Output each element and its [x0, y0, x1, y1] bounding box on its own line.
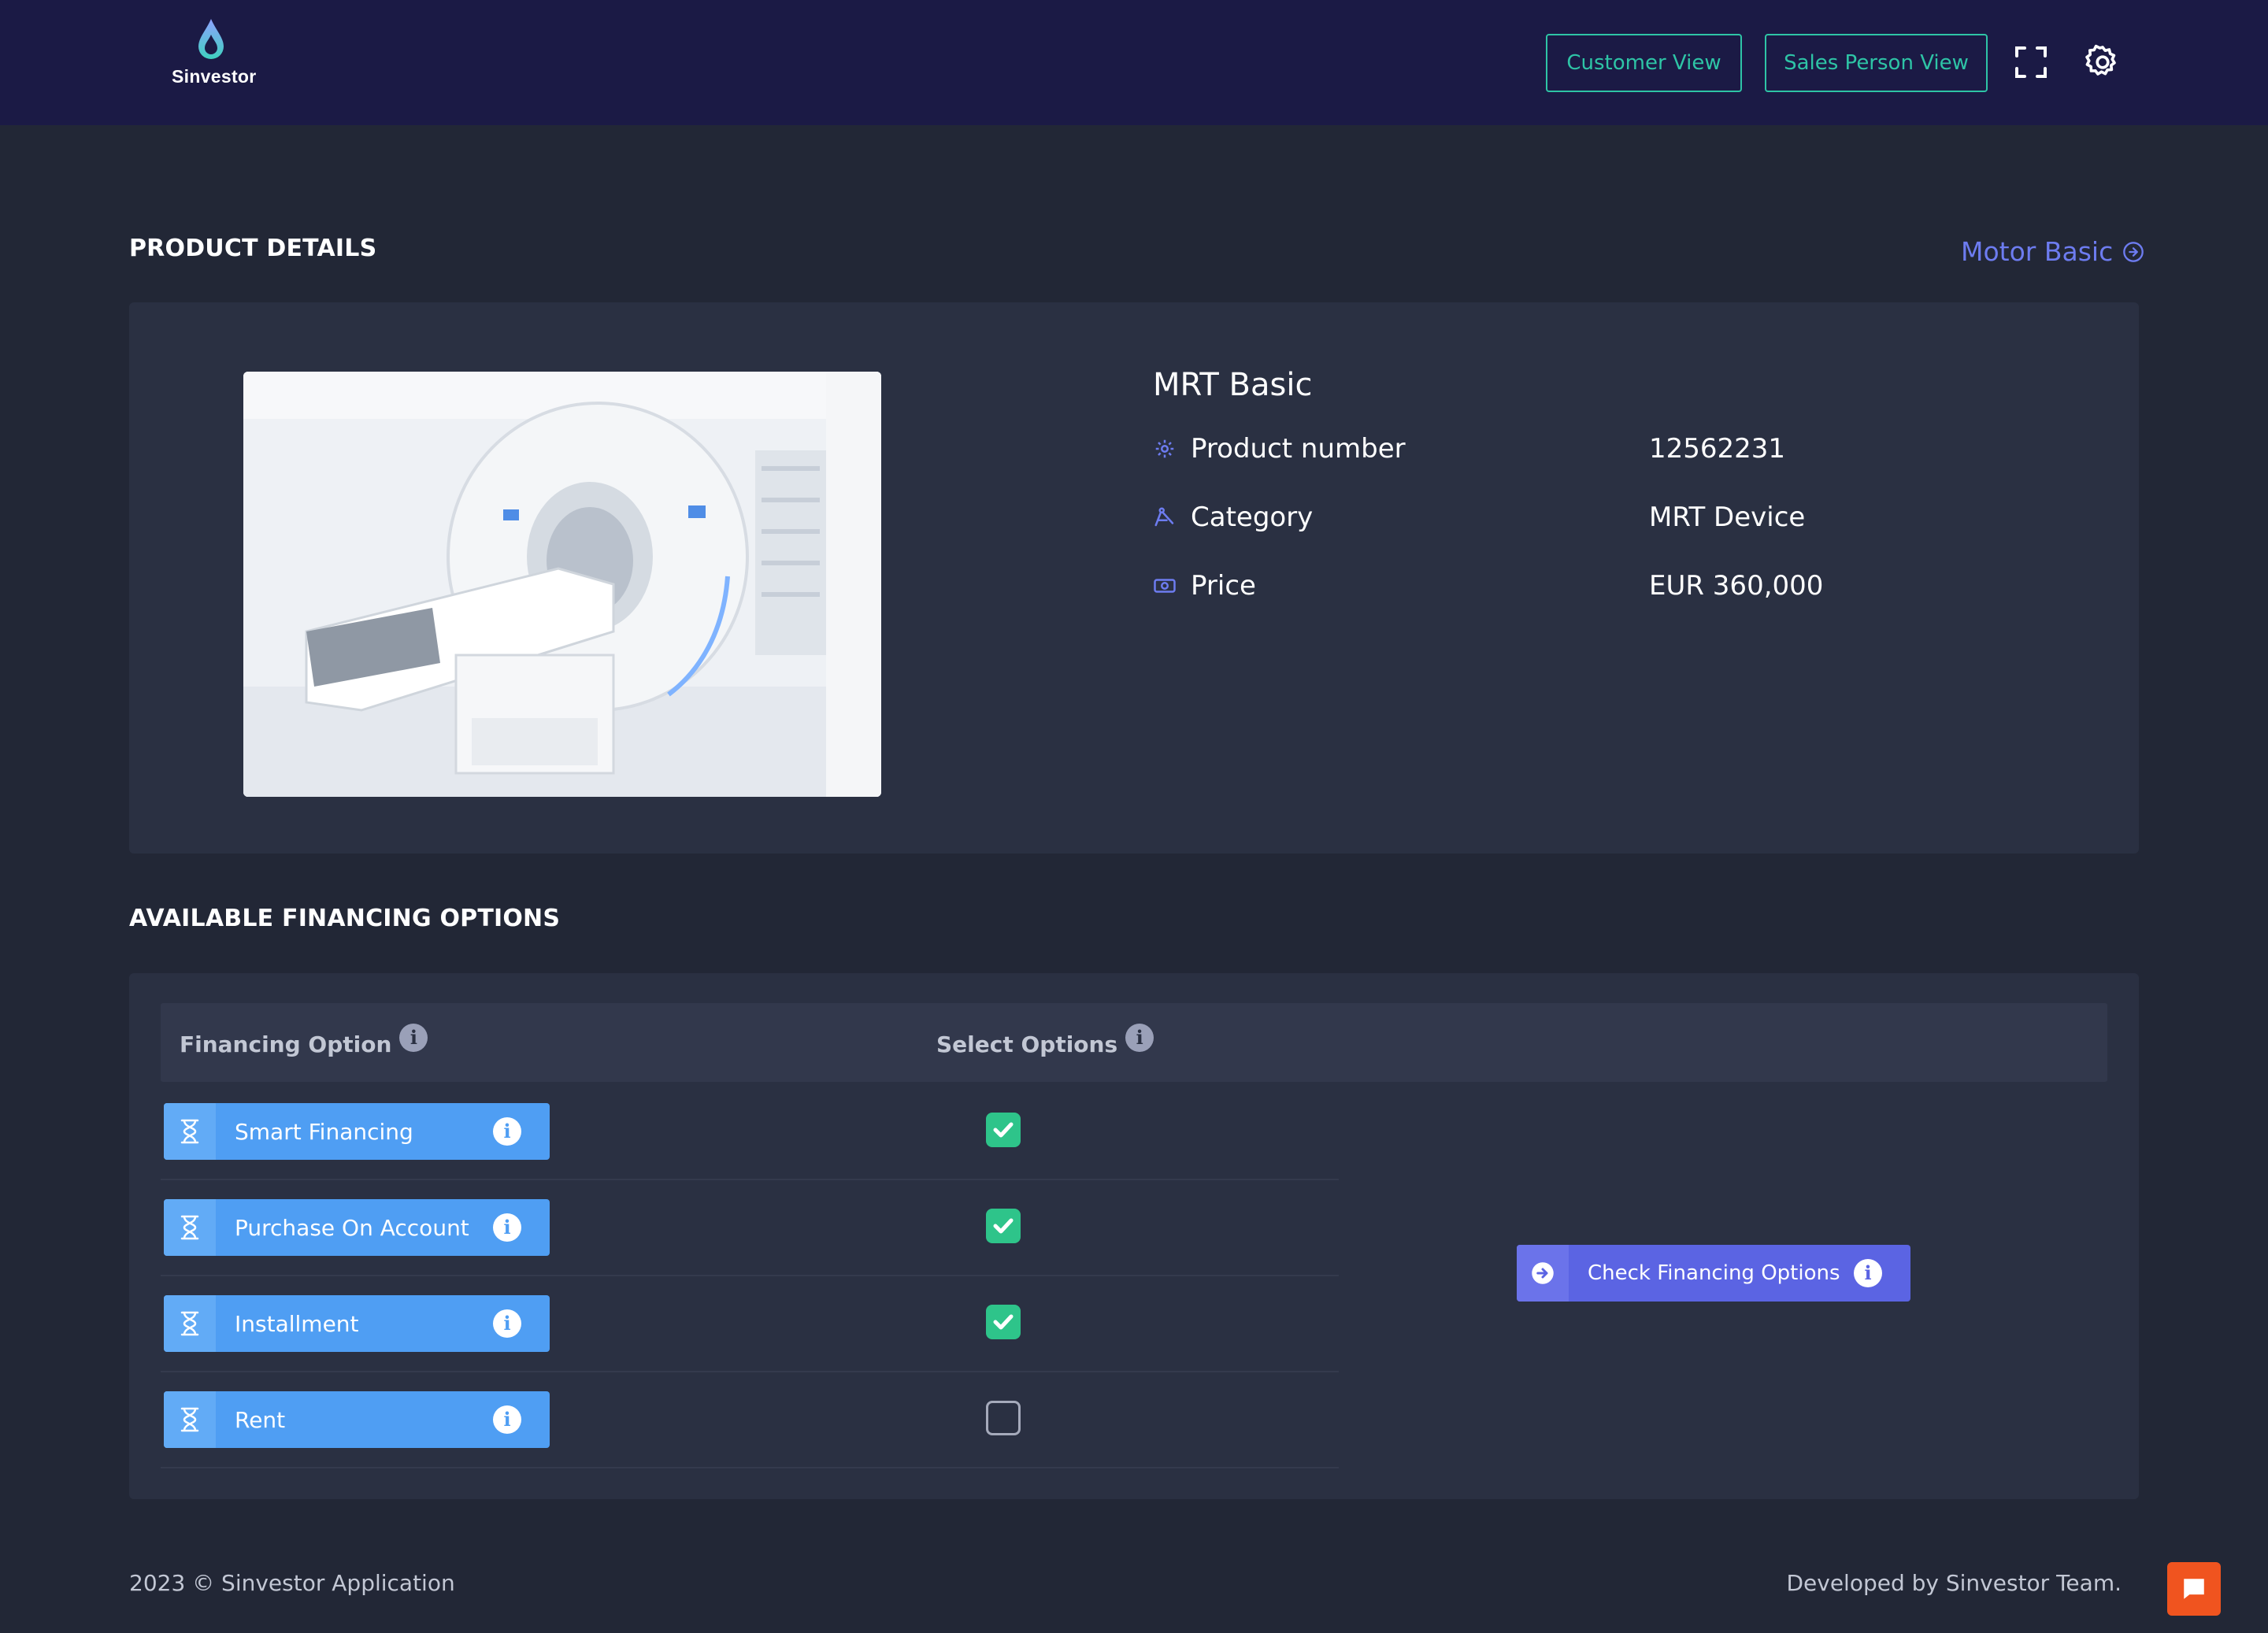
info-icon[interactable]: i [1854, 1259, 1882, 1287]
info-icon[interactable]: i [493, 1117, 521, 1146]
motor-basic-link-label: Motor Basic [1961, 236, 2114, 267]
info-icon[interactable]: i [493, 1309, 521, 1338]
check-financing-options-button[interactable]: Check Financing Options i [1517, 1245, 1910, 1302]
price-row: Price [1153, 570, 1256, 602]
option-label: Installment [235, 1310, 359, 1337]
installment-checkbox[interactable] [986, 1305, 1021, 1339]
checkmark-icon [993, 1218, 1014, 1234]
hourglass-icon [164, 1295, 216, 1352]
hourglass-icon [164, 1199, 216, 1256]
product-number-label: Product number [1191, 433, 1406, 465]
option-label: Rent [235, 1406, 286, 1433]
check-financing-options-label: Check Financing Options [1588, 1261, 1840, 1285]
row-divider [161, 1275, 1339, 1276]
product-name: MRT Basic [1153, 367, 1313, 403]
select-options-column-header: Select Options i [936, 1023, 1154, 1057]
info-icon[interactable]: i [1125, 1023, 1154, 1052]
chat-button[interactable] [2167, 1562, 2221, 1616]
product-number-value: 12562231 [1649, 433, 1786, 465]
category-value: MRT Device [1649, 502, 1806, 533]
price-label: Price [1191, 570, 1256, 602]
category-label: Category [1191, 502, 1314, 533]
smart-financing-button[interactable]: Smart Financing i [164, 1103, 550, 1160]
select-options-header-label: Select Options [936, 1031, 1118, 1057]
info-icon[interactable]: i [493, 1405, 521, 1434]
info-icon[interactable]: i [399, 1023, 428, 1052]
product-details-title: PRODUCT DETAILS [129, 235, 377, 262]
rent-checkbox[interactable] [986, 1401, 1021, 1435]
gear-icon [1155, 439, 1174, 458]
purchase-on-account-checkbox[interactable] [986, 1209, 1021, 1243]
checkmark-icon [993, 1314, 1014, 1330]
logo-text: Sinvestor [172, 66, 257, 87]
fullscreen-icon[interactable] [2012, 43, 2050, 81]
compass-icon [1154, 507, 1174, 527]
product-details-card: MRT Basic Product number 12562231 Catego… [129, 302, 2139, 854]
info-icon[interactable]: i [493, 1213, 521, 1242]
hourglass-icon [164, 1103, 216, 1160]
hourglass-icon [164, 1391, 216, 1448]
footer-credit: Developed by Sinvestor Team. [1786, 1570, 2122, 1596]
money-icon [1154, 579, 1176, 593]
smart-financing-checkbox[interactable] [986, 1113, 1021, 1147]
product-number-row: Product number [1153, 433, 1406, 465]
rent-button[interactable]: Rent i [164, 1391, 550, 1448]
arrow-circle-right-icon [2123, 241, 2144, 262]
row-divider [161, 1467, 1339, 1468]
arrow-circle-right-icon [1517, 1245, 1569, 1302]
purchase-on-account-button[interactable]: Purchase On Account i [164, 1199, 550, 1256]
financing-options-title: AVAILABLE FINANCING OPTIONS [129, 905, 561, 932]
app-logo[interactable]: Sinvestor [172, 17, 257, 87]
price-value: EUR 360,000 [1649, 570, 1824, 602]
top-navbar: Sinvestor Customer View Sales Person Vie… [0, 0, 2268, 125]
chat-bubble-icon [2184, 1579, 2204, 1599]
product-image [243, 372, 881, 797]
option-label: Purchase On Account [235, 1214, 469, 1241]
financing-option-column-header: Financing Option i [180, 1023, 428, 1057]
sales-person-view-button[interactable]: Sales Person View [1765, 34, 1988, 92]
customer-view-button[interactable]: Customer View [1546, 34, 1742, 92]
installment-button[interactable]: Installment i [164, 1295, 550, 1352]
category-row: Category [1153, 502, 1313, 533]
checkmark-icon [993, 1122, 1014, 1138]
row-divider [161, 1371, 1339, 1372]
table-header: Financing Option i Select Options i [161, 1003, 2107, 1082]
gear-icon[interactable] [2084, 43, 2122, 81]
footer-copyright: 2023 © Sinvestor Application [129, 1570, 455, 1596]
motor-basic-link[interactable]: Motor Basic [1961, 236, 2144, 267]
option-label: Smart Financing [235, 1118, 413, 1145]
financing-options-card: Financing Option i Select Options i Smar… [129, 973, 2139, 1499]
row-divider [161, 1179, 1339, 1180]
droplet-logo-icon [198, 19, 224, 59]
financing-option-header-label: Financing Option [180, 1031, 392, 1057]
